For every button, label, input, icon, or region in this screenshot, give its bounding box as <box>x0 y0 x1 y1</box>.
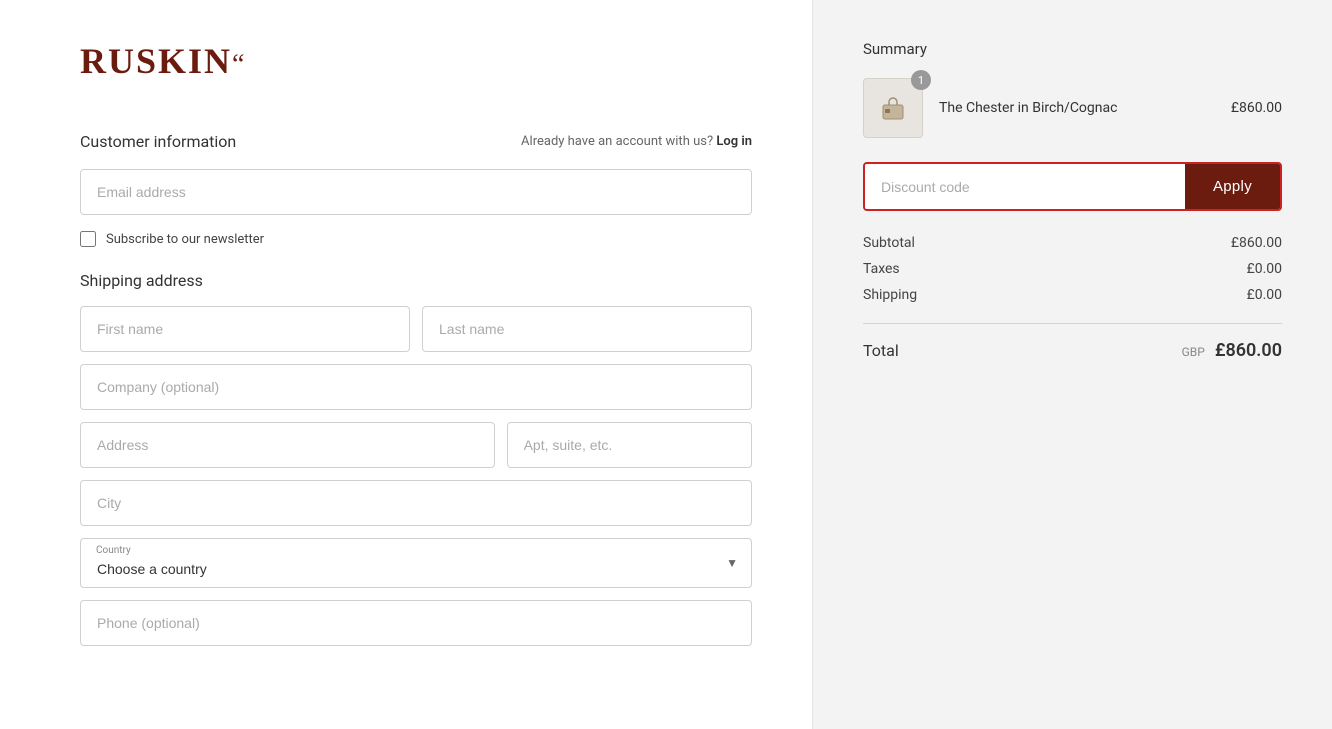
product-name: The Chester in Birch/Cognac <box>939 100 1215 116</box>
email-input[interactable] <box>80 169 752 215</box>
phone-input[interactable] <box>80 600 752 646</box>
shipping-row: Shipping £0.00 <box>863 287 1282 303</box>
summary-lines: Subtotal £860.00 Taxes £0.00 Shipping £0… <box>863 235 1282 303</box>
total-row: Total GBP £860.00 <box>863 340 1282 361</box>
address-input[interactable] <box>80 422 495 468</box>
shipping-label: Shipping <box>863 287 917 303</box>
customer-info-header: Customer information Already have an acc… <box>80 132 752 151</box>
shipping-value: £0.00 <box>1247 287 1282 303</box>
country-select[interactable]: Choose a country <box>80 538 752 588</box>
customer-info-title: Customer information <box>80 132 236 151</box>
taxes-value: £0.00 <box>1247 261 1282 277</box>
summary-title: Summary <box>863 40 1282 58</box>
brand-logo: RUSKIN“ <box>80 40 752 82</box>
apply-button[interactable]: Apply <box>1185 164 1280 209</box>
city-input[interactable] <box>80 480 752 526</box>
already-account-text: Already have an account with us? Log in <box>521 134 752 149</box>
total-value: £860.00 <box>1215 340 1282 361</box>
product-quantity-badge: 1 <box>911 70 931 90</box>
name-row <box>80 306 752 352</box>
right-panel: Summary 1 The Chester in Birch/Cognac £8… <box>812 0 1332 729</box>
country-group: Country Choose a country ▼ <box>80 538 752 588</box>
discount-code-input[interactable] <box>865 164 1185 209</box>
newsletter-label: Subscribe to our newsletter <box>106 232 264 247</box>
company-input[interactable] <box>80 364 752 410</box>
taxes-row: Taxes £0.00 <box>863 261 1282 277</box>
company-group <box>80 364 752 410</box>
taxes-label: Taxes <box>863 261 900 277</box>
discount-section: Apply <box>863 162 1282 211</box>
brand-suffix: “ <box>232 49 246 80</box>
product-price: £860.00 <box>1231 100 1282 116</box>
product-image-wrapper: 1 <box>863 78 923 138</box>
email-group <box>80 169 752 215</box>
summary-divider <box>863 323 1282 324</box>
address-row <box>80 422 752 468</box>
first-name-input[interactable] <box>80 306 410 352</box>
last-name-input[interactable] <box>422 306 752 352</box>
total-amount-group: GBP £860.00 <box>1182 340 1282 361</box>
left-panel: RUSKIN“ Customer information Already hav… <box>0 0 812 729</box>
newsletter-row: Subscribe to our newsletter <box>80 231 752 247</box>
total-label: Total <box>863 341 899 360</box>
login-link[interactable]: Log in <box>716 134 752 149</box>
subtotal-value: £860.00 <box>1231 235 1282 251</box>
city-group <box>80 480 752 526</box>
phone-group <box>80 600 752 646</box>
country-label: Country <box>96 545 131 556</box>
subtotal-row: Subtotal £860.00 <box>863 235 1282 251</box>
bag-icon <box>877 92 909 124</box>
total-currency: GBP <box>1182 345 1205 359</box>
shipping-title: Shipping address <box>80 271 752 290</box>
product-row: 1 The Chester in Birch/Cognac £860.00 <box>863 78 1282 138</box>
subtotal-label: Subtotal <box>863 235 915 251</box>
newsletter-checkbox[interactable] <box>80 231 96 247</box>
apt-input[interactable] <box>507 422 752 468</box>
brand-name: RUSKIN <box>80 41 232 81</box>
